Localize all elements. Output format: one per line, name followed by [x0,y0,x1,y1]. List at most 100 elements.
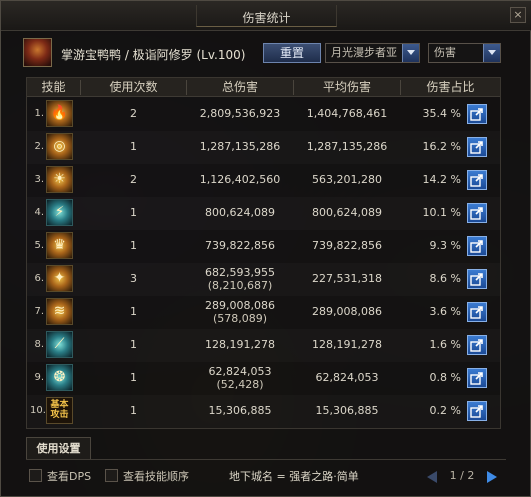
damage-share-cell: 3.6 % [429,305,461,318]
table-row: 4. ⚡ 1 800,624,089 800,624,089 10.1 % [27,197,500,230]
uses-cell: 1 [130,404,137,417]
total-damage-cell: 15,306,885 [187,404,293,417]
skill-glyph: ◎ [53,138,66,154]
share-detail-button[interactable] [467,401,487,421]
table-row: 8. ⟋ 1 128,191,278 128,191,278 1.6 % [27,329,500,362]
damage-share-cell: 35.4 % [422,107,461,120]
checkbox-box[interactable] [29,469,42,482]
external-link-icon [470,339,483,352]
total-damage-value: 15,306,885 [208,404,272,417]
row-rank: 5. [34,240,44,251]
share-detail-button[interactable] [467,302,487,322]
uses-cell: 2 [130,173,137,186]
external-link-icon [470,405,483,418]
burst-skill-icon[interactable]: ✦ [46,265,73,292]
crown-skill-icon[interactable]: ♛ [46,232,73,259]
damage-share-cell: 10.1 % [422,206,461,219]
chevron-down-icon [483,44,500,62]
prev-page-icon[interactable] [427,471,437,483]
reset-button[interactable]: 重置 [263,43,321,63]
share-detail-button[interactable] [467,137,487,157]
dungeon-select-value: 月光漫步者亚 [331,46,397,59]
tab-usage-settings[interactable]: 使用设置 [26,437,91,459]
pagination: 1 / 2 [427,469,499,487]
basic-attack-icon[interactable]: 基本攻击 [46,397,73,424]
skill-glyph: ≋ [53,303,66,319]
header-uses: 使用次数 [109,80,158,94]
share-detail-button[interactable] [467,104,487,124]
total-damage-value: 128,191,278 [205,338,275,351]
uses-cell: 2 [130,107,137,120]
basic-attack-label: 基本攻击 [50,400,69,420]
skill-glyph: ⟋ [54,336,65,352]
chevron-down-icon [402,44,419,62]
uses-cell: 1 [130,206,137,219]
header-damage-share: 伤害占比 [426,80,475,94]
show-skill-order-label: 查看技能顺序 [123,470,189,483]
share-detail-button[interactable] [467,335,487,355]
orbs-skill-icon[interactable]: ❂ [46,364,73,391]
row-rank: 8. [34,339,44,350]
page-indicator: 1 / 2 [449,469,475,482]
total-damage-cell: 1,287,135,286 [187,140,293,153]
share-detail-button[interactable] [467,203,487,223]
wave-skill-icon[interactable]: ≋ [46,298,73,325]
title-bar[interactable]: 伤害统计 × [1,1,531,31]
damage-share-cell: 14.2 % [422,173,461,186]
table-row: 2. ◎ 1 1,287,135,286 1,287,135,286 16.2 % [27,131,500,164]
total-damage-sub: (52,428) [216,378,264,391]
character-name: 掌游宝鸭鸭 / 极诣阿修罗 (Lv.100) [61,48,246,62]
dungeon-name-label: 地下城名 = 强者之路·简单 [229,470,359,483]
total-damage-cell: 682,593,955 (8,210,687) [187,266,293,292]
damage-share-cell: 16.2 % [422,140,461,153]
table-header: 技能 使用次数 总伤害 平均伤害 伤害占比 [27,78,500,97]
avg-damage-cell: 62,824,053 [315,371,379,384]
uses-cell: 3 [130,272,137,285]
checkbox-box[interactable] [105,469,118,482]
lightning-skill-icon[interactable]: ⚡ [46,199,73,226]
total-damage-value: 1,287,135,286 [199,140,281,153]
row-rank: 7. [34,306,44,317]
close-button[interactable]: × [510,7,526,23]
external-link-icon [470,273,483,286]
share-detail-button[interactable] [467,368,487,388]
next-page-icon[interactable] [487,471,497,483]
flame-skill-icon[interactable]: 🔥 [46,100,73,127]
avg-damage-cell: 563,201,280 [312,173,382,186]
header-total-damage: 总伤害 [221,80,258,94]
table-row: 6. ✦ 3 682,593,955 (8,210,687) 227,531,318 8.6… [27,263,500,296]
row-rank: 2. [34,141,44,152]
stat-type-select[interactable]: 伤害 [428,43,501,63]
window-title: 伤害统计 [242,11,291,25]
uses-cell: 1 [130,140,137,153]
vortex-skill-icon[interactable]: ◎ [46,133,73,160]
damage-share-cell: 1.6 % [429,338,461,351]
header-avg-damage: 平均伤害 [322,80,371,94]
skill-glyph: ❂ [53,369,66,385]
table-row: 7. ≋ 1 289,008,086 (578,089) 289,008,086 3.6 % [27,296,500,329]
skill-glyph: ☀ [53,171,66,187]
skill-glyph: ♛ [53,237,66,253]
row-rank: 10. [30,405,46,416]
show-dps-label: 查看DPS [47,470,92,483]
uses-cell: 1 [130,371,137,384]
uses-cell: 1 [130,338,137,351]
avg-damage-cell: 800,624,089 [312,206,382,219]
footer-divider [26,459,506,460]
dungeon-select[interactable]: 月光漫步者亚 [325,43,420,63]
spike-skill-icon[interactable]: ⟋ [46,331,73,358]
share-detail-button[interactable] [467,269,487,289]
total-damage-value: 682,593,955 [205,266,275,279]
total-damage-cell: 800,624,089 [187,206,293,219]
share-detail-button[interactable] [467,170,487,190]
uses-cell: 1 [130,305,137,318]
sun-skill-icon[interactable]: ☀ [46,166,73,193]
row-rank: 6. [34,273,44,284]
damage-stats-window: 伤害统计 × 掌游宝鸭鸭 / 极诣阿修罗 (Lv.100) 重置 月光漫步者亚 … [0,0,531,497]
share-detail-button[interactable] [467,236,487,256]
damage-share-cell: 0.2 % [429,404,461,417]
total-damage-value: 739,822,856 [205,239,275,252]
total-damage-sub: (8,210,687) [207,279,273,292]
uses-cell: 1 [130,239,137,252]
header-skill: 技能 [41,80,66,94]
